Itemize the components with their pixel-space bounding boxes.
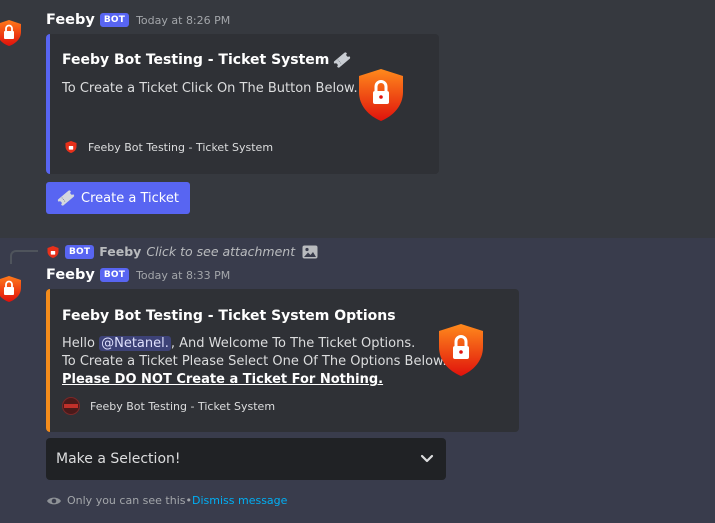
image-icon: [302, 245, 318, 258]
embed-title: Feeby Bot Testing - Ticket System Option…: [62, 308, 396, 324]
embed-ticket-system: Feeby Bot Testing - Ticket System To Cre…: [46, 34, 439, 174]
reply-bot-tag: BOT: [65, 244, 95, 259]
embed-accent-bar: [46, 289, 50, 432]
ephemeral-text: Only you can see this: [67, 494, 186, 507]
select-placeholder: Make a Selection!: [56, 451, 181, 467]
shield-lock-thumbnail-icon[interactable]: [436, 322, 486, 378]
description-warning: Please DO NOT Create a Ticket For Nothin…: [62, 372, 384, 387]
reply-avatar-icon: [47, 245, 59, 258]
reply-reference[interactable]: BOT Feeby Click to see attachment: [46, 244, 318, 259]
username[interactable]: Feeby: [46, 267, 95, 283]
embed-description: Hello @Netanel., And Welcome To The Tick…: [62, 335, 447, 389]
reply-spine: [10, 250, 38, 264]
eye-icon: [47, 497, 61, 504]
shield-lock-thumbnail-icon[interactable]: [356, 67, 406, 123]
user-mention[interactable]: @Netanel.: [99, 336, 171, 351]
bot-tag: BOT: [99, 13, 130, 27]
username[interactable]: Feeby: [46, 12, 95, 28]
shield-lock-avatar-icon[interactable]: [0, 274, 24, 304]
description-line-1: Hello @Netanel., And Welcome To The Tick…: [62, 336, 416, 351]
embed-footer: Feeby Bot Testing - Ticket System: [64, 140, 273, 154]
timestamp[interactable]: Today at 8:33 PM: [136, 269, 230, 282]
footer-text: Feeby Bot Testing - Ticket System: [88, 140, 274, 154]
message-header: Feeby BOT Today at 8:33 PM: [46, 267, 230, 283]
embed-footer: Feeby Bot Testing - Ticket System: [62, 397, 275, 415]
ticket-icon: [57, 190, 75, 206]
timestamp[interactable]: Today at 8:26 PM: [136, 14, 230, 27]
dismiss-message-link[interactable]: Dismiss message: [192, 494, 287, 507]
bot-tag: BOT: [99, 268, 130, 282]
create-ticket-label: Create a Ticket: [81, 190, 179, 206]
reply-text[interactable]: Click to see attachment: [146, 244, 295, 259]
footer-text: Feeby Bot Testing - Ticket System: [90, 399, 276, 413]
chevron-down-icon: [420, 454, 434, 463]
embed-accent-bar: [46, 34, 50, 174]
shield-lock-avatar-icon[interactable]: [0, 18, 24, 48]
message-2: BOT Feeby Click to see attachment Feeby …: [0, 238, 715, 523]
reply-username[interactable]: Feeby: [99, 244, 141, 259]
message-header: Feeby BOT Today at 8:26 PM: [46, 12, 230, 28]
ticket-icon: [334, 52, 351, 68]
message-1: Feeby BOT Today at 8:26 PM Feeby Bot Tes…: [0, 0, 715, 236]
embed-description: To Create a Ticket Click On The Button B…: [62, 81, 358, 96]
description-line-2: To Create a Ticket Please Select One Of …: [62, 354, 447, 369]
footer-avatar-icon: [62, 397, 80, 415]
ticket-options-select[interactable]: Make a Selection!: [46, 438, 446, 480]
embed-ticket-options: Feeby Bot Testing - Ticket System Option…: [46, 289, 519, 432]
embed-title: Feeby Bot Testing - Ticket System: [62, 51, 351, 69]
create-ticket-button[interactable]: Create a Ticket: [46, 182, 190, 214]
ephemeral-notice: Only you can see this • Dismiss message: [46, 494, 287, 507]
footer-shield-icon: [65, 141, 77, 153]
